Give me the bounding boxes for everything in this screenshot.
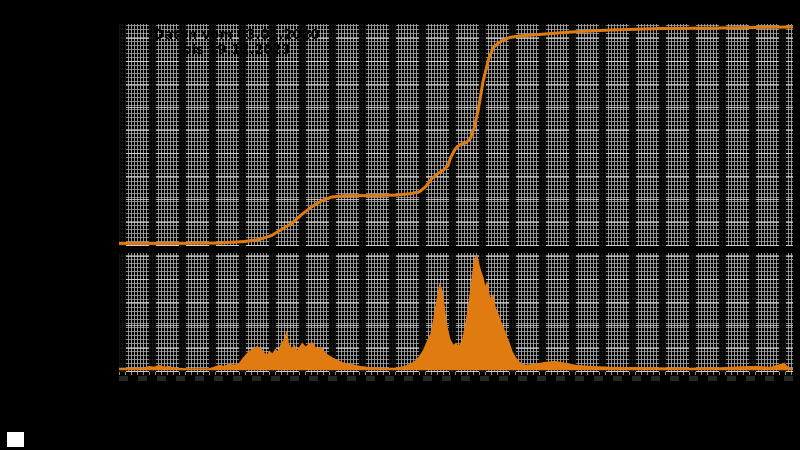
figure-canvas: Daten vom 03.01.2020 bis 19.12.2023 bbox=[0, 0, 800, 450]
cumulative-line-chart bbox=[119, 25, 793, 245]
daily-panel bbox=[119, 253, 793, 372]
cumulative-panel: Daten vom 03.01.2020 bis 19.12.2023 bbox=[119, 24, 793, 246]
daily-area-chart bbox=[119, 255, 793, 371]
x-axis-tick-marks bbox=[119, 372, 793, 375]
legend-swatch bbox=[7, 432, 24, 447]
x-axis-faint-labels bbox=[119, 376, 793, 381]
